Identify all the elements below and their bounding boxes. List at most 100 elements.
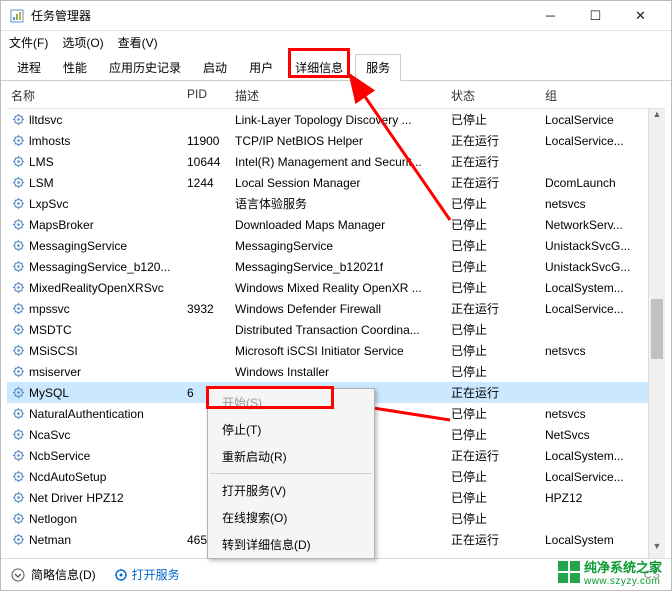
close-button[interactable]: ✕ — [618, 2, 663, 30]
service-row[interactable]: lltdsvcLink-Layer Topology Discovery ...… — [7, 109, 665, 130]
gear-icon — [11, 113, 25, 127]
gear-icon — [11, 260, 25, 274]
gear-icon — [11, 197, 25, 211]
ctx-open-services[interactable]: 打开服务(V) — [208, 477, 374, 504]
service-group: DcomLaunch — [541, 176, 641, 190]
service-name: MySQL — [29, 386, 69, 400]
service-status: 已停止 — [447, 279, 541, 296]
service-group: LocalSystem — [541, 533, 641, 547]
service-group: UnistackSvcG... — [541, 260, 641, 274]
minimize-button[interactable]: ─ — [528, 2, 573, 30]
gear-icon — [11, 218, 25, 232]
gear-icon — [11, 281, 25, 295]
service-row[interactable]: LSM1244Local Session Manager正在运行DcomLaun… — [7, 172, 665, 193]
service-status: 正在运行 — [447, 132, 541, 149]
service-group: LocalSystem... — [541, 281, 641, 295]
menu-bar: 文件(F) 选项(O) 查看(V) — [1, 31, 671, 53]
service-status: 正在运行 — [447, 153, 541, 170]
service-desc: MessagingService — [231, 239, 447, 253]
service-row[interactable]: lmhosts11900TCP/IP NetBIOS Helper正在运行Loc… — [7, 130, 665, 151]
service-row[interactable]: MessagingService_b120...MessagingService… — [7, 256, 665, 277]
service-name: Netman — [29, 533, 71, 547]
service-row[interactable]: msiserverWindows Installer已停止 — [7, 361, 665, 382]
tab-6[interactable]: 服务 — [355, 54, 401, 81]
service-row[interactable]: MSiSCSIMicrosoft iSCSI Initiator Service… — [7, 340, 665, 361]
service-status: 已停止 — [447, 342, 541, 359]
service-status: 已停止 — [447, 489, 541, 506]
tab-4[interactable]: 用户 — [239, 55, 283, 80]
open-services-link[interactable]: 打开服务 — [114, 566, 180, 583]
service-status: 已停止 — [447, 405, 541, 422]
gear-icon — [11, 386, 25, 400]
tab-3[interactable]: 启动 — [193, 55, 237, 80]
service-status: 已停止 — [447, 426, 541, 443]
service-desc: TCP/IP NetBIOS Helper — [231, 134, 447, 148]
service-row[interactable]: mpssvc3932Windows Defender Firewall正在运行L… — [7, 298, 665, 319]
gear-icon — [11, 428, 25, 442]
ctx-goto-details[interactable]: 转到详细信息(D) — [208, 531, 374, 558]
service-desc: Intel(R) Management and Securit... — [231, 155, 447, 169]
service-desc: Microsoft iSCSI Initiator Service — [231, 344, 447, 358]
service-pid: 1244 — [183, 176, 231, 190]
ctx-divider — [210, 473, 372, 474]
service-group: NetSvcs — [541, 428, 641, 442]
watermark: 纯净系统之家 www.szyzy.com — [558, 557, 662, 587]
gear-icon — [11, 365, 25, 379]
service-name: MapsBroker — [29, 218, 94, 232]
watermark-url: www.szyzy.com — [584, 576, 662, 587]
watermark-text: 纯净系统之家 — [584, 560, 662, 575]
service-row[interactable]: MessagingServiceMessagingService已停止Unist… — [7, 235, 665, 256]
maximize-button[interactable]: ☐ — [573, 2, 618, 30]
service-status: 正在运行 — [447, 531, 541, 548]
col-header-group[interactable]: 组 — [541, 87, 641, 104]
col-header-pid[interactable]: PID — [183, 87, 231, 104]
service-row[interactable]: MixedRealityOpenXRSvcWindows Mixed Reali… — [7, 277, 665, 298]
service-row[interactable]: MapsBrokerDownloaded Maps Manager已停止Netw… — [7, 214, 665, 235]
service-status: 正在运行 — [447, 384, 541, 401]
service-row[interactable]: MSDTCDistributed Transaction Coordina...… — [7, 319, 665, 340]
service-group: HPZ12 — [541, 491, 641, 505]
service-name: msiserver — [29, 365, 81, 379]
scroll-down-arrow[interactable]: ▼ — [649, 541, 665, 558]
tab-1[interactable]: 性能 — [53, 55, 97, 80]
scroll-up-arrow[interactable]: ▲ — [649, 109, 665, 126]
service-group: LocalService... — [541, 470, 641, 484]
app-icon — [9, 8, 25, 24]
service-group: LocalService — [541, 113, 641, 127]
window-title: 任务管理器 — [31, 7, 528, 24]
tab-0[interactable]: 进程 — [7, 55, 51, 80]
vertical-scrollbar[interactable]: ▲ ▼ — [648, 109, 665, 558]
menu-options[interactable]: 选项(O) — [62, 34, 103, 51]
ctx-restart[interactable]: 重新启动(R) — [208, 443, 374, 470]
gear-icon — [11, 176, 25, 190]
service-group: UnistackSvcG... — [541, 239, 641, 253]
service-status: 已停止 — [447, 258, 541, 275]
gear-icon — [11, 470, 25, 484]
gear-icon — [11, 239, 25, 253]
ctx-start[interactable]: 开始(S) — [208, 389, 374, 416]
fewer-details-button[interactable]: 简略信息(D) — [11, 566, 96, 583]
gear-icon — [11, 323, 25, 337]
service-group: LocalSystem... — [541, 449, 641, 463]
col-header-status[interactable]: 状态 — [447, 87, 541, 104]
service-row[interactable]: LMS10644Intel(R) Management and Securit.… — [7, 151, 665, 172]
ctx-stop[interactable]: 停止(T) — [208, 416, 374, 443]
service-name: LxpSvc — [29, 197, 68, 211]
gear-icon — [11, 344, 25, 358]
service-group: netsvcs — [541, 197, 641, 211]
service-group: NetworkServ... — [541, 218, 641, 232]
col-header-desc[interactable]: 描述 — [231, 87, 447, 104]
service-row[interactable]: LxpSvc语言体验服务已停止netsvcs — [7, 193, 665, 214]
tab-2[interactable]: 应用历史记录 — [99, 55, 191, 80]
scroll-thumb[interactable] — [651, 299, 663, 359]
col-header-name[interactable]: 名称 — [7, 87, 183, 104]
service-desc: MessagingService_b12021f — [231, 260, 447, 274]
service-desc: Distributed Transaction Coordina... — [231, 323, 447, 337]
menu-view[interactable]: 查看(V) — [118, 34, 158, 51]
ctx-search-online[interactable]: 在线搜索(O) — [208, 504, 374, 531]
service-status: 正在运行 — [447, 174, 541, 191]
service-status: 已停止 — [447, 363, 541, 380]
tab-5[interactable]: 详细信息 — [285, 55, 353, 80]
menu-file[interactable]: 文件(F) — [9, 34, 48, 51]
service-name: LSM — [29, 176, 54, 190]
